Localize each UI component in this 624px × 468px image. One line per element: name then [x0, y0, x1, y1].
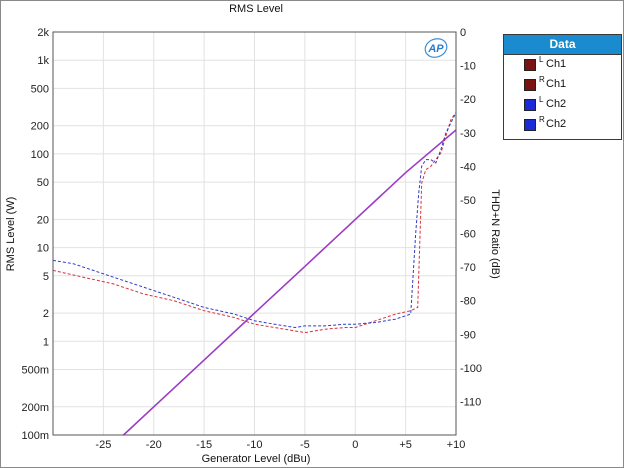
- chart-title: RMS Level: [229, 3, 283, 15]
- ap-logo-text: AP: [427, 43, 444, 55]
- x-tick-label: +10: [447, 439, 466, 451]
- y-tick-label: 2: [43, 308, 49, 320]
- y-tick-label: 100: [31, 149, 49, 161]
- legend-item[interactable]: L Ch2: [504, 95, 621, 115]
- y2-tick-label: -40: [460, 161, 476, 173]
- y2-tick-label: -60: [460, 229, 476, 241]
- legend-swatch: [524, 119, 536, 131]
- y2-axis-ticks: 0 -10 -20 -30 -40 -50 -60 -70 -80 -90 -100 -110: [460, 27, 482, 408]
- y-tick-label: 500m: [21, 365, 49, 377]
- legend-item[interactable]: R Ch2: [504, 115, 621, 135]
- legend-label: Ch2: [546, 98, 567, 110]
- y-tick-label: 5: [43, 271, 49, 283]
- legend-swatch: [524, 59, 536, 71]
- y2-axis-label: THD+N Ratio (dB): [489, 189, 501, 279]
- ap-logo: AP: [424, 38, 448, 58]
- y-tick-label: 1: [43, 336, 49, 348]
- y-tick-label: 50: [37, 177, 49, 189]
- y2-tick-label: -70: [460, 262, 476, 274]
- y-tick-label: 10: [37, 243, 49, 255]
- x-tick-label: -20: [146, 439, 162, 451]
- y-axis-ticks: 2k 1k 500 200 100 50 20 10 5 2 1 500m 200m 100m: [21, 27, 49, 442]
- y2-tick-label: -80: [460, 296, 476, 308]
- y2-tick-label: -10: [460, 61, 476, 73]
- y-tick-label: 200m: [21, 402, 49, 414]
- y2-tick-label: 0: [460, 27, 466, 39]
- y2-tick-label: -100: [460, 363, 482, 375]
- legend-swatch: [524, 79, 536, 91]
- y-tick-label: 1k: [37, 55, 49, 67]
- legend-channel-side: L: [539, 55, 544, 64]
- x-tick-label: -25: [95, 439, 111, 451]
- y2-tick-label: -20: [460, 94, 476, 106]
- x-tick-label: -15: [196, 439, 212, 451]
- legend: Data L Ch1 R Ch1 L Ch2 R Ch2: [503, 34, 622, 140]
- y-tick-label: 200: [31, 121, 49, 133]
- y-tick-label: 20: [37, 214, 49, 226]
- legend-swatch: [524, 99, 536, 111]
- legend-item[interactable]: R Ch1: [504, 75, 621, 95]
- y2-tick-label: -30: [460, 128, 476, 140]
- legend-label: Ch2: [546, 118, 567, 130]
- y-tick-label: 100m: [21, 430, 49, 442]
- legend-items: L Ch1 R Ch1 L Ch2 R Ch2: [504, 55, 621, 135]
- x-axis-label: Generator Level (dBu): [202, 453, 311, 465]
- y2-tick-label: -90: [460, 329, 476, 341]
- y-tick-label: 500: [31, 83, 49, 95]
- legend-label: Ch1: [546, 58, 567, 70]
- legend-label: Ch1: [546, 78, 567, 90]
- y2-tick-label: -50: [460, 195, 476, 207]
- x-tick-label: -5: [300, 439, 310, 451]
- x-tick-label: 0: [352, 439, 358, 451]
- y-axis-label: RMS Level (W): [5, 197, 17, 272]
- x-tick-label: +5: [399, 439, 412, 451]
- legend-channel-side: L: [539, 95, 544, 104]
- x-tick-label: -10: [247, 439, 263, 451]
- legend-channel-side: R: [539, 75, 545, 84]
- y-tick-label: 2k: [37, 27, 49, 39]
- x-axis-ticks: -25 -20 -15 -10 -5 0 +5 +10: [95, 439, 465, 451]
- legend-item[interactable]: L Ch1: [504, 55, 621, 75]
- legend-channel-side: R: [539, 115, 545, 124]
- grid-lines: [53, 31, 457, 436]
- legend-title: Data: [504, 35, 621, 55]
- y2-tick-label: -110: [460, 396, 481, 408]
